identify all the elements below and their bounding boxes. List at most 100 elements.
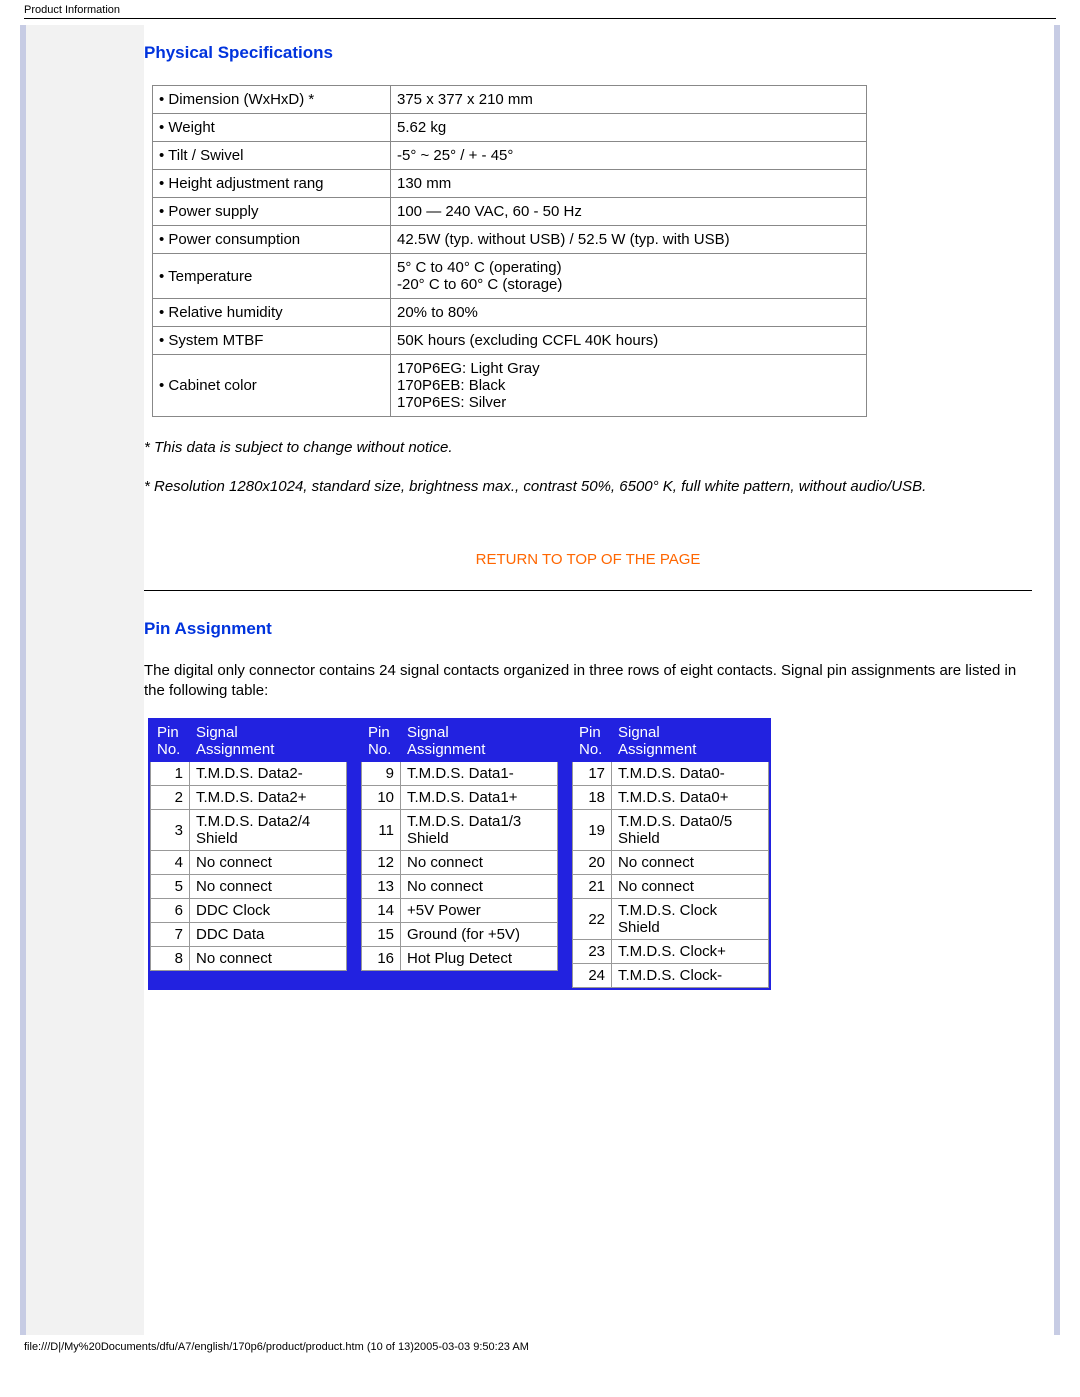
pin-header-signal: SignalAssignment [401,721,558,762]
pin-number: 16 [362,947,401,971]
pin-row: 6DDC Clock [151,899,347,923]
spec-value: -5° ~ 25° / + - 45° [391,142,867,170]
pin-row: 18T.M.D.S. Data0+ [573,786,769,810]
pin-number: 24 [573,964,612,988]
pin-number: 2 [151,786,190,810]
spec-value: 42.5W (typ. without USB) / 52.5 W (typ. … [391,226,867,254]
pin-row: 19T.M.D.S. Data0/5 Shield [573,810,769,851]
pin-number: 21 [573,875,612,899]
pin-signal: T.M.D.S. Data0+ [612,786,769,810]
pin-number: 7 [151,923,190,947]
pin-number: 6 [151,899,190,923]
spec-label: • Dimension (WxHxD) * [153,86,391,114]
pin-signal: T.M.D.S. Clock Shield [612,899,769,940]
pin-number: 12 [362,851,401,875]
pin-number: 14 [362,899,401,923]
pin-signal: +5V Power [401,899,558,923]
pin-number: 22 [573,899,612,940]
pin-signal: No connect [612,875,769,899]
pin-signal: Ground (for +5V) [401,923,558,947]
spec-row: • Temperature5° C to 40° C (operating) -… [153,254,867,299]
pin-signal: T.M.D.S. Data2/4 Shield [190,810,347,851]
pin-number: 13 [362,875,401,899]
pin-number: 4 [151,851,190,875]
pin-row: 5No connect [151,875,347,899]
spec-value: 375 x 377 x 210 mm [391,86,867,114]
spec-row: • Dimension (WxHxD) *375 x 377 x 210 mm [153,86,867,114]
pin-signal: T.M.D.S. Data1+ [401,786,558,810]
pin-header-signal: SignalAssignment [612,721,769,762]
main-content: Physical Specifications • Dimension (WxH… [144,25,1054,1335]
pin-row: 12No connect [362,851,558,875]
pin-signal: DDC Clock [190,899,347,923]
pin-number: 17 [573,762,612,786]
pin-signal: T.M.D.S. Data1- [401,762,558,786]
pin-signal: DDC Data [190,923,347,947]
pin-group-cell: PinNo.SignalAssignment1T.M.D.S. Data2-2T… [149,719,347,989]
pin-subtable: PinNo.SignalAssignment1T.M.D.S. Data2-2T… [150,720,347,971]
pin-signal: T.M.D.S. Data1/3 Shield [401,810,558,851]
pin-number: 9 [362,762,401,786]
pin-header-no: PinNo. [573,721,612,762]
footnote-1: * This data is subject to change without… [144,439,1032,456]
spec-label: • Weight [153,114,391,142]
spec-row: • Weight5.62 kg [153,114,867,142]
pin-number: 15 [362,923,401,947]
left-sidebar [26,25,144,1335]
pin-row: 22T.M.D.S. Clock Shield [573,899,769,940]
pin-subtable: PinNo.SignalAssignment9T.M.D.S. Data1-10… [361,720,558,971]
pin-number: 10 [362,786,401,810]
pin-number: 5 [151,875,190,899]
pin-signal: No connect [612,851,769,875]
pin-row: 4No connect [151,851,347,875]
page-header: Product Information [0,0,1080,18]
pin-signal: T.M.D.S. Data2- [190,762,347,786]
section-divider [144,590,1032,591]
spec-label: • Cabinet color [153,355,391,417]
pin-signal: T.M.D.S. Data0- [612,762,769,786]
return-to-top-text[interactable]: RETURN TO TOP OF THE PAGE [476,551,701,568]
physical-specs-table: • Dimension (WxHxD) *375 x 377 x 210 mm•… [152,85,867,417]
pin-row: 1T.M.D.S. Data2- [151,762,347,786]
spec-row: • Cabinet color170P6EG: Light Gray 170P6… [153,355,867,417]
pin-signal: T.M.D.S. Data2+ [190,786,347,810]
spec-row: • System MTBF50K hours (excluding CCFL 4… [153,327,867,355]
pin-subtable: PinNo.SignalAssignment17T.M.D.S. Data0-1… [572,720,769,988]
pin-number: 23 [573,940,612,964]
pin-number: 8 [151,947,190,971]
pin-number: 11 [362,810,401,851]
spec-value: 20% to 80% [391,299,867,327]
pin-row: 20No connect [573,851,769,875]
pin-number: 18 [573,786,612,810]
spec-value: 100 — 240 VAC, 60 - 50 Hz [391,198,867,226]
physical-specs-heading: Physical Specifications [144,43,1032,63]
pin-signal: No connect [190,875,347,899]
pin-row: 15Ground (for +5V) [362,923,558,947]
pin-row: 10T.M.D.S. Data1+ [362,786,558,810]
return-to-top-link[interactable]: RETURN TO TOP OF THE PAGE [144,551,1032,568]
pin-row: 24T.M.D.S. Clock- [573,964,769,988]
pin-header-signal: SignalAssignment [190,721,347,762]
spec-row: • Tilt / Swivel-5° ~ 25° / + - 45° [153,142,867,170]
spec-label: • Relative humidity [153,299,391,327]
spec-row: • Power supply100 — 240 VAC, 60 - 50 Hz [153,198,867,226]
pin-signal: T.M.D.S. Clock+ [612,940,769,964]
pin-row: 7DDC Data [151,923,347,947]
pin-row: 14+5V Power [362,899,558,923]
pin-row: 8No connect [151,947,347,971]
footnote-2: * Resolution 1280x1024, standard size, b… [144,478,1032,495]
pin-assignment-table: PinNo.SignalAssignment1T.M.D.S. Data2-2T… [148,718,771,990]
pin-group-spacer [558,719,572,989]
pin-header-no: PinNo. [151,721,190,762]
spec-label: • Power supply [153,198,391,226]
spec-label: • Temperature [153,254,391,299]
pin-row: 2T.M.D.S. Data2+ [151,786,347,810]
pin-row: 13No connect [362,875,558,899]
pin-signal: No connect [190,947,347,971]
pin-group-cell: PinNo.SignalAssignment17T.M.D.S. Data0-1… [572,719,770,989]
pin-group-spacer [347,719,361,989]
pin-number: 19 [573,810,612,851]
spec-label: • Tilt / Swivel [153,142,391,170]
pin-row: 3T.M.D.S. Data2/4 Shield [151,810,347,851]
pin-assignment-description: The digital only connector contains 24 s… [144,661,1032,700]
